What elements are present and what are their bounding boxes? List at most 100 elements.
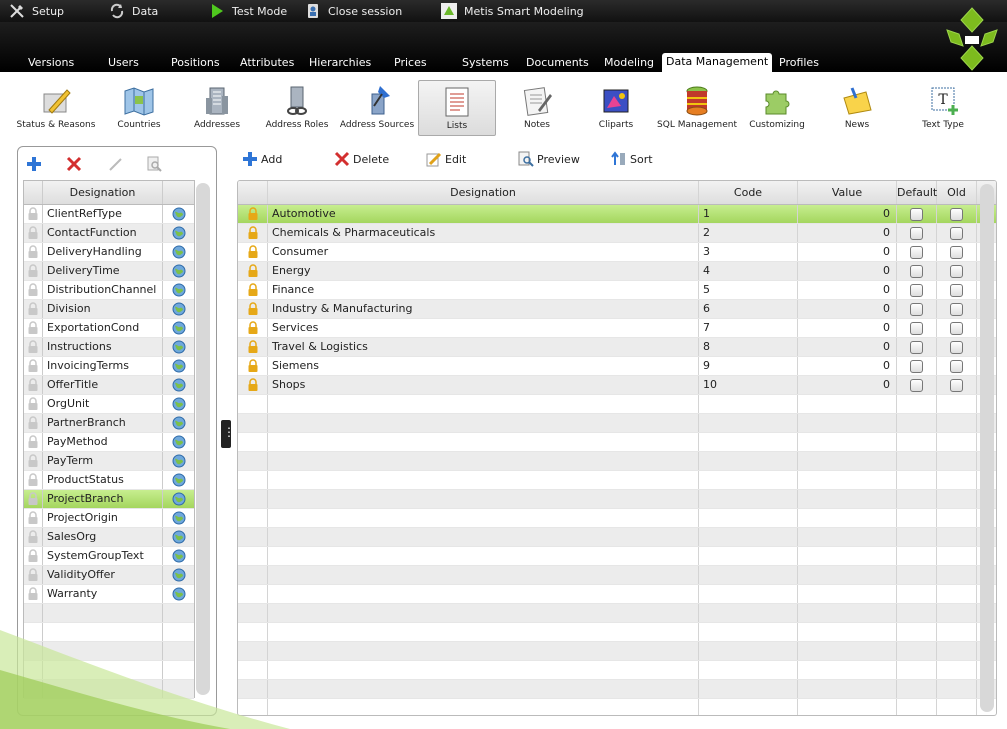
old-checkbox[interactable] — [950, 264, 963, 278]
panel-splitter-handle[interactable] — [221, 420, 235, 448]
setup-menu[interactable]: Setup — [8, 0, 64, 22]
list-item[interactable]: Instructions — [24, 338, 194, 357]
tool-notes[interactable]: Notes — [496, 80, 578, 136]
default-checkbox[interactable] — [910, 340, 923, 354]
tab-prices[interactable]: Prices — [394, 56, 427, 72]
old-checkbox[interactable] — [950, 321, 963, 335]
tool-countries[interactable]: Countries — [98, 80, 180, 136]
list-item[interactable]: ValidityOffer — [24, 566, 194, 585]
delete-list-icon[interactable] — [65, 155, 83, 173]
designation-column-header[interactable]: Designation — [268, 181, 699, 204]
tab-profiles[interactable]: Profiles — [779, 56, 819, 72]
test-mode-button[interactable]: Test Mode — [208, 0, 287, 22]
list-item[interactable]: SystemGroupText — [24, 547, 194, 566]
old-checkbox[interactable] — [950, 340, 963, 354]
value-column-header[interactable]: Value — [798, 181, 897, 204]
old-column-header[interactable]: Old — [937, 181, 977, 204]
designation-header[interactable]: Designation — [43, 181, 163, 204]
default-checkbox[interactable] — [910, 207, 923, 221]
list-item[interactable]: ExportationCond — [24, 319, 194, 338]
old-checkbox[interactable] — [950, 207, 963, 221]
old-checkbox[interactable] — [950, 283, 963, 297]
list-item[interactable]: OfferTitle — [24, 376, 194, 395]
old-checkbox[interactable] — [950, 226, 963, 240]
list-item[interactable]: InvoicingTerms — [24, 357, 194, 376]
user-icon — [308, 4, 318, 18]
table-row[interactable]: Shops 10 0 — [238, 376, 996, 395]
tab-positions[interactable]: Positions — [171, 56, 220, 72]
default-checkbox[interactable] — [910, 283, 923, 297]
table-row[interactable]: Travel & Logistics 8 0 — [238, 338, 996, 357]
edit-list-icon[interactable] — [107, 155, 125, 173]
tool-label: SQL Management — [657, 120, 737, 130]
tool-text-type[interactable]: T Text Type — [902, 80, 984, 136]
table-row[interactable]: Industry & Manufacturing 6 0 — [238, 300, 996, 319]
table-row[interactable]: Energy 4 0 — [238, 262, 996, 281]
tool-sql-management[interactable]: SQL Management — [656, 80, 738, 136]
tab-documents[interactable]: Documents — [526, 56, 589, 72]
sort-button[interactable]: Sort — [611, 150, 653, 168]
table-row[interactable]: Services 7 0 — [238, 319, 996, 338]
list-values-scrollbar[interactable] — [980, 184, 994, 712]
edit-label: Edit — [445, 152, 467, 166]
tool-address-roles[interactable]: Address Roles — [256, 80, 338, 136]
list-item[interactable]: SalesOrg — [24, 528, 194, 547]
tool-status-reasons[interactable]: Status & Reasons — [15, 80, 97, 136]
list-item[interactable]: DeliveryHandling — [24, 243, 194, 262]
delete-button[interactable]: Delete — [334, 150, 389, 168]
tab-hierarchies[interactable]: Hierarchies — [309, 56, 371, 72]
table-row[interactable]: Automotive 1 0 — [238, 205, 996, 224]
tool-customizing[interactable]: Customizing — [736, 80, 818, 136]
tool-news[interactable]: News — [816, 80, 898, 136]
old-checkbox[interactable] — [950, 245, 963, 259]
tab-data-management[interactable]: Data Management — [662, 53, 773, 72]
old-checkbox[interactable] — [950, 359, 963, 373]
tool-lists[interactable]: Lists — [418, 80, 496, 136]
table-row[interactable]: Consumer 3 0 — [238, 243, 996, 262]
list-item[interactable]: ContactFunction — [24, 224, 194, 243]
default-checkbox[interactable] — [910, 245, 923, 259]
table-row[interactable]: Siemens 9 0 — [238, 357, 996, 376]
list-item[interactable]: ProjectBranch — [24, 490, 194, 509]
tab-versions[interactable]: Versions — [28, 56, 74, 72]
list-item[interactable]: DeliveryTime — [24, 262, 194, 281]
close-session-button[interactable]: Close session — [304, 0, 402, 22]
list-item[interactable]: PartnerBranch — [24, 414, 194, 433]
default-checkbox[interactable] — [910, 321, 923, 335]
tool-cliparts[interactable]: Cliparts — [575, 80, 657, 136]
tool-address-sources[interactable]: Address Sources — [336, 80, 418, 136]
list-item[interactable]: ProductStatus — [24, 471, 194, 490]
add-list-icon[interactable] — [25, 155, 43, 173]
tab-attributes[interactable]: Attributes — [240, 56, 294, 72]
default-checkbox[interactable] — [910, 302, 923, 316]
old-checkbox[interactable] — [950, 302, 963, 316]
list-item[interactable]: Division — [24, 300, 194, 319]
default-checkbox[interactable] — [910, 226, 923, 240]
preview-button[interactable]: Preview — [518, 150, 580, 168]
default-column-header[interactable]: Default — [897, 181, 937, 204]
preview-icon — [518, 151, 534, 167]
building-icon — [206, 87, 228, 115]
add-button[interactable]: Add — [242, 150, 282, 168]
default-checkbox[interactable] — [910, 378, 923, 392]
tab-systems[interactable]: Systems — [462, 56, 509, 72]
data-menu[interactable]: Data — [108, 0, 158, 22]
list-item[interactable]: PayTerm — [24, 452, 194, 471]
preview-list-icon[interactable] — [145, 155, 163, 173]
table-row[interactable]: Chemicals & Pharmaceuticals 2 0 — [238, 224, 996, 243]
list-item[interactable]: DistributionChannel — [24, 281, 194, 300]
list-item[interactable]: OrgUnit — [24, 395, 194, 414]
tab-users[interactable]: Users — [108, 56, 139, 72]
old-checkbox[interactable] — [950, 378, 963, 392]
table-row[interactable]: Finance 5 0 — [238, 281, 996, 300]
edit-button[interactable]: Edit — [426, 150, 466, 168]
tab-modeling[interactable]: Modeling — [604, 56, 654, 72]
list-item-label: ProductStatus — [43, 471, 163, 489]
list-item[interactable]: ProjectOrigin — [24, 509, 194, 528]
tool-addresses[interactable]: Addresses — [176, 80, 258, 136]
default-checkbox[interactable] — [910, 359, 923, 373]
code-column-header[interactable]: Code — [699, 181, 798, 204]
list-item[interactable]: ClientRefType — [24, 205, 194, 224]
list-item[interactable]: PayMethod — [24, 433, 194, 452]
default-checkbox[interactable] — [910, 264, 923, 278]
